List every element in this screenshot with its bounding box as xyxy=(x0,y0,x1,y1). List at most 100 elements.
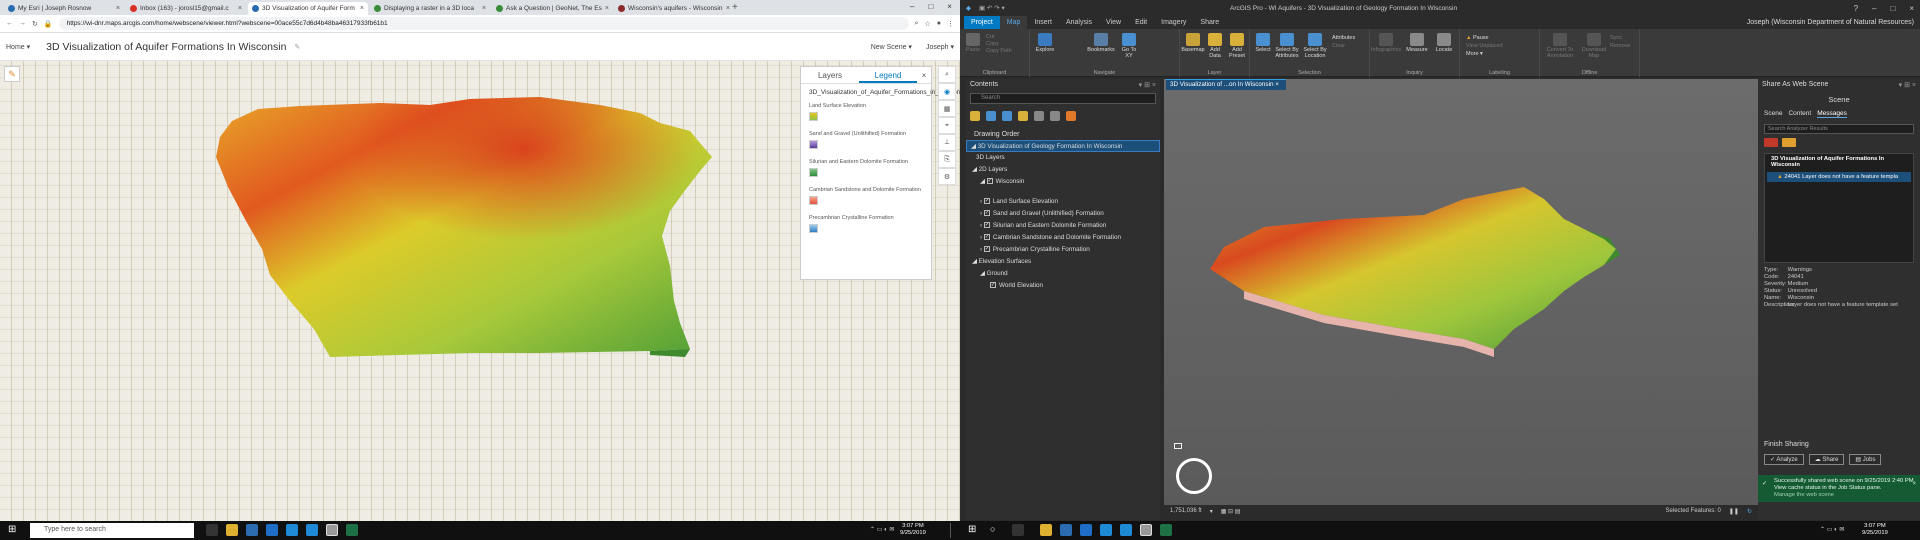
task-view-icon[interactable] xyxy=(206,524,218,536)
pause-drawing-icon[interactable]: ❚❚ xyxy=(1729,508,1739,515)
copy-button[interactable]: Copy xyxy=(986,41,1012,48)
show-desktop-button[interactable] xyxy=(950,523,956,538)
tree-layer-item[interactable]: › ✓ Sand and Gravel (Unlithified) Formati… xyxy=(966,208,1160,220)
sync-button[interactable]: Sync xyxy=(1610,34,1630,42)
taskbar-clock-left[interactable]: 3:07 PM 9/25/2019 xyxy=(900,523,926,537)
tab-messages[interactable]: Messages xyxy=(1817,110,1847,118)
close-window-icon[interactable]: × xyxy=(947,2,952,11)
tab-view[interactable]: View xyxy=(1099,16,1128,29)
warning-message[interactable]: ▲ 24041 Layer does not have a feature te… xyxy=(1767,172,1911,182)
search-icon[interactable]: ○ xyxy=(990,524,995,534)
close-icon[interactable]: × xyxy=(360,5,364,12)
list-by-labeling-icon[interactable] xyxy=(1050,111,1060,121)
system-tray-icons[interactable]: ⌃ ▭ ◐ ✉ xyxy=(1820,526,1844,533)
tree-world-elevation[interactable]: ✓ World Elevation xyxy=(966,280,1160,292)
close-icon[interactable]: × xyxy=(482,5,486,12)
checkbox[interactable]: ✓ xyxy=(983,198,990,205)
excel-icon[interactable] xyxy=(1160,524,1172,536)
paste-button[interactable]: Paste xyxy=(962,33,984,53)
edge-icon[interactable] xyxy=(286,524,298,536)
search-icon[interactable]: ⌕ xyxy=(938,66,956,83)
user-menu[interactable]: Joseph ▾ xyxy=(926,43,954,51)
internet-explorer-icon[interactable] xyxy=(1120,524,1132,536)
checkbox[interactable]: ✓ xyxy=(986,178,993,185)
analyzer-search-input[interactable]: Search Analyzer Results xyxy=(1764,124,1914,134)
tree-layer-item[interactable]: › ✓ Silurian and Eastern Dolomite Formati… xyxy=(966,220,1160,232)
taskbar-clock-right[interactable]: 3:07 PM 9/25/2019 xyxy=(1862,523,1888,537)
taskbar-search-input[interactable]: Type here to search xyxy=(30,523,194,538)
menu-icon[interactable]: ⋮ xyxy=(947,20,954,28)
tree-layer-item[interactable]: › ✓ Precambrian Crystalline Formation xyxy=(966,244,1160,256)
cut-button[interactable]: Cut xyxy=(986,34,1012,41)
tree-scene-node[interactable]: ◢ 3D Visualization of Geology Formation … xyxy=(966,140,1160,152)
search-icon[interactable]: ⌕ xyxy=(915,20,919,28)
pane-controls[interactable]: ▾ ⊞ × xyxy=(1899,81,1916,89)
minimize-icon[interactable]: – xyxy=(1872,4,1876,13)
user-account[interactable]: Joseph (Wisconsin Department of Natural … xyxy=(1740,16,1920,29)
analyze-button[interactable]: ✓ Analyze xyxy=(1764,454,1804,465)
quick-access-toolbar[interactable]: ▣ ↶ ↷ ▾ xyxy=(979,4,1005,12)
pane-controls[interactable]: ▾ ⊞ × xyxy=(1139,81,1156,89)
list-by-source-icon[interactable] xyxy=(986,111,996,121)
select-by-location-button[interactable]: Select By Location xyxy=(1302,33,1328,59)
contents-search-input[interactable]: Search xyxy=(970,93,1156,104)
close-icon[interactable]: × xyxy=(1913,481,1916,488)
checkbox[interactable]: ✓ xyxy=(983,246,990,253)
list-by-selection-icon[interactable] xyxy=(1002,111,1012,121)
bookmarks-button[interactable]: Bookmarks xyxy=(1086,33,1116,53)
slides-icon[interactable]: ⌖ xyxy=(938,117,956,134)
maximize-icon[interactable]: □ xyxy=(1890,4,1895,13)
windows-start-icon[interactable]: ⊞ xyxy=(968,524,976,535)
new-tab-button[interactable]: + xyxy=(732,2,738,13)
map-view-tab[interactable]: 3D Visualization of ...on In Wisconsin × xyxy=(1166,79,1286,90)
locate-button[interactable]: Locate xyxy=(1432,33,1456,53)
reload-icon[interactable]: ↻ xyxy=(32,20,38,28)
tree-3d-layers[interactable]: 3D Layers xyxy=(966,152,1160,164)
outlook-icon[interactable] xyxy=(266,524,278,536)
select-button[interactable]: Select xyxy=(1252,33,1274,53)
tab-imagery[interactable]: Imagery xyxy=(1154,16,1193,29)
tab-insert[interactable]: Insert xyxy=(1027,16,1059,29)
basemap-button[interactable]: Basemap xyxy=(1181,33,1205,53)
tree-ground[interactable]: ◢ Ground xyxy=(966,268,1160,280)
forward-icon[interactable]: → xyxy=(19,20,26,27)
settings-icon[interactable]: ⚙ xyxy=(938,168,956,185)
tab-scene[interactable]: Scene xyxy=(1764,110,1782,118)
full-screen-icon[interactable] xyxy=(1174,443,1182,449)
tab-map[interactable]: Map xyxy=(999,16,1028,29)
result-group[interactable]: 3D Visualization of Aquifer Formations I… xyxy=(1767,156,1911,168)
pause-button[interactable]: ▲ Pause xyxy=(1466,34,1503,42)
list-by-editing-icon[interactable] xyxy=(1018,111,1028,121)
convert-to-annotation-button[interactable]: Convert To Annotation xyxy=(1544,33,1576,59)
checkbox[interactable]: ✓ xyxy=(990,282,996,289)
browser-tab-inbox[interactable]: Inbox (163) - jorosl15@gmail.c × xyxy=(126,2,246,15)
close-icon[interactable]: × xyxy=(605,5,609,12)
task-view-icon[interactable] xyxy=(1012,524,1024,536)
new-scene-menu[interactable]: New Scene ▾ xyxy=(871,43,912,51)
tab-legend[interactable]: Legend xyxy=(859,67,917,83)
account-icon[interactable]: ● xyxy=(937,20,941,27)
clear-button[interactable]: Clear xyxy=(1332,42,1355,50)
layers-icon[interactable]: ◉ xyxy=(938,83,956,100)
home-menu[interactable]: Home ▾ xyxy=(6,43,30,51)
checkbox[interactable]: ✓ xyxy=(983,222,990,229)
measure-icon[interactable]: ⟂ xyxy=(938,134,956,151)
basemap-icon[interactable]: ▦ xyxy=(938,100,956,117)
browser-tab-displaying-raster[interactable]: Displaying a raster in a 3D loca × xyxy=(370,2,490,15)
measure-button[interactable]: Measure xyxy=(1404,33,1430,53)
share-button[interactable]: ☁ Share xyxy=(1808,454,1845,465)
close-icon[interactable]: × xyxy=(1275,81,1279,88)
outlook-icon[interactable] xyxy=(1080,524,1092,536)
internet-explorer-icon[interactable] xyxy=(306,524,318,536)
copy-path-button[interactable]: Copy Path xyxy=(986,48,1012,55)
star-icon[interactable]: ☆ xyxy=(924,20,930,28)
browser-tab-wisconsin-aquifers[interactable]: Wisconsin's aquifers - Wisconsin × xyxy=(614,2,734,15)
explore-button[interactable]: Explore xyxy=(1034,33,1056,53)
checkbox[interactable]: ✓ xyxy=(983,210,990,217)
infographics-button[interactable]: Infographics xyxy=(1371,33,1401,53)
tab-content[interactable]: Content xyxy=(1788,110,1811,118)
attributes-button[interactable]: Attributes xyxy=(1332,34,1355,42)
list-by-drawing-order-icon[interactable] xyxy=(970,111,980,121)
go-to-xy-button[interactable]: Go To XY xyxy=(1118,33,1140,59)
scale-dropdown-icon[interactable]: ▾ xyxy=(1210,508,1213,515)
